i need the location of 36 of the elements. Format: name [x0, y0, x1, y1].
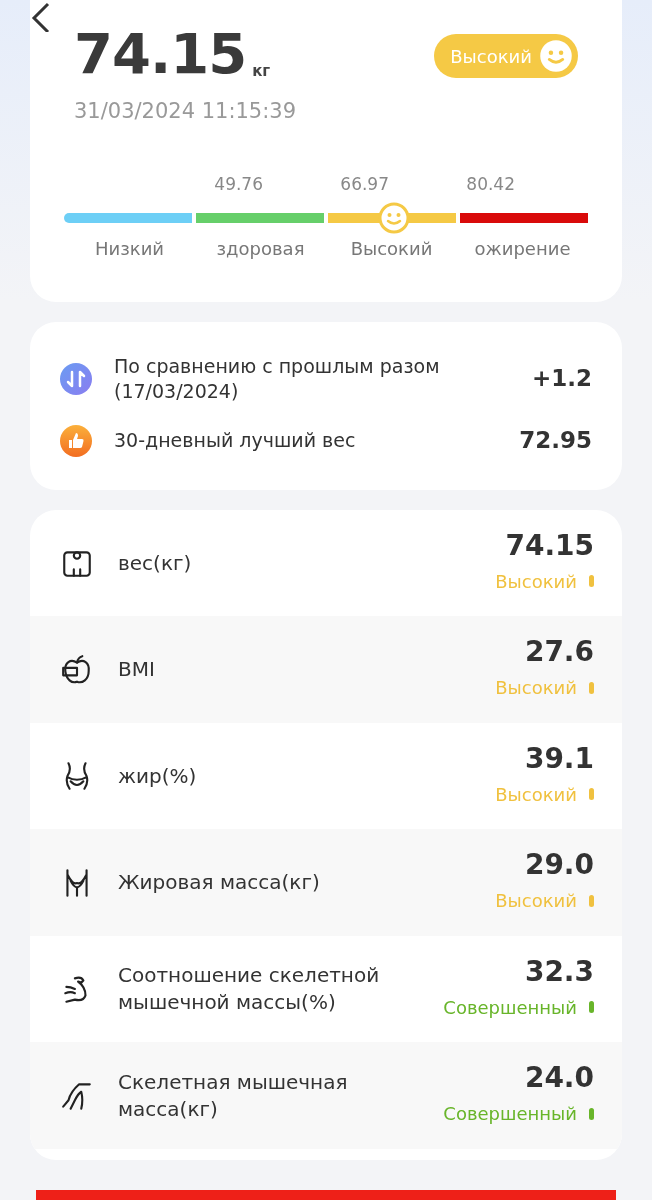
smiley-icon — [538, 38, 574, 74]
threshold-value: 66.97 — [339, 172, 389, 196]
comparison-value: +1.2 — [532, 364, 592, 394]
metric-label: вес(кг) — [118, 549, 193, 577]
metric-status: Совершенный — [443, 1102, 577, 1127]
metric-label: жир(%) — [118, 762, 198, 790]
weight-unit: кг — [252, 60, 271, 82]
metric-value: 29.0 — [524, 851, 594, 880]
metric-value: 24.0 — [524, 1064, 594, 1093]
metric-status: Высокий — [495, 889, 577, 914]
metric-value: 39.1 — [524, 744, 594, 773]
segment-label: Высокий — [349, 237, 434, 261]
metric-value: 27.6 — [524, 638, 594, 667]
status-badge: Высокий — [434, 34, 578, 78]
segment-label: Низкий — [93, 237, 166, 261]
segment-label: ожирение — [473, 237, 572, 261]
metric-label: Соотношение скелетной мышечной массы(%) — [118, 962, 381, 1017]
metric-value: 32.3 — [524, 957, 594, 986]
comparison-value: 72.95 — [519, 426, 592, 456]
compare-icon — [60, 362, 92, 395]
metric-label: Скелетная мышечная масса(кг) — [118, 1068, 349, 1123]
comparison-label: По сравнению с прошлым разом (17/03/2024) — [114, 354, 441, 404]
metric-label: Жировая масса(кг) — [118, 869, 321, 897]
segment-label: здоровая — [215, 237, 306, 261]
metric-value: 74.15 — [505, 531, 594, 560]
threshold-value: 80.42 — [465, 172, 515, 196]
measurement-date: 31/03/2024 11:15:39 — [74, 98, 297, 125]
threshold-value: 49.76 — [213, 172, 263, 196]
metric-status: Совершенный — [443, 995, 577, 1020]
metric-status: Высокий — [495, 676, 577, 701]
comparison-label: 30-дневный лучший вес — [114, 428, 357, 453]
metric-label: BMI — [118, 656, 156, 684]
thumbs-up-icon — [60, 424, 92, 457]
metric-status: Высокий — [495, 782, 577, 807]
weight-value: 74.15 — [74, 26, 247, 82]
metric-status: Высокий — [495, 569, 577, 594]
